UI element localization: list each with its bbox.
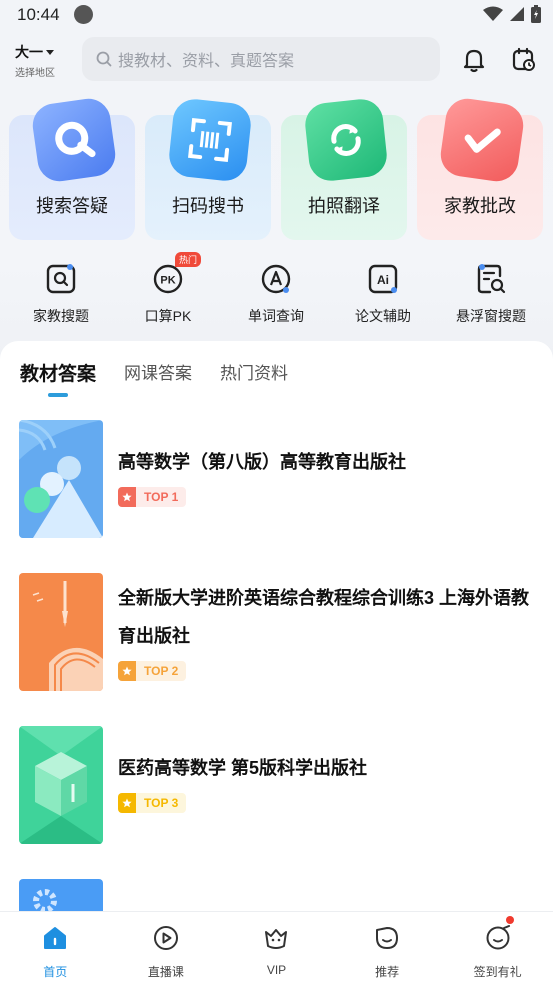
photo-translate-icon (303, 97, 389, 183)
status-bar: 10:44 (0, 0, 553, 30)
tool-label: 口算PK (144, 308, 192, 324)
tab-textbook-answers[interactable]: 教材答案 (20, 359, 96, 386)
check-correct-icon (437, 95, 527, 185)
pk-icon: PK 热门 (151, 252, 202, 296)
rank-label: TOP 1 (144, 490, 179, 504)
feature-label: 搜索答疑 (36, 196, 108, 216)
nav-live-course[interactable]: 直播课 (111, 912, 222, 984)
book-title: 高等数学（第八版）高等教育出版社 (118, 452, 406, 472)
tool-label: 论文辅助 (355, 308, 411, 324)
nav-label: 直播课 (147, 965, 184, 979)
rank-badge: TOP 3 (118, 793, 187, 813)
nav-label: 推荐 (375, 965, 400, 979)
rank-label: TOP 2 (144, 664, 179, 678)
tab-hot-materials[interactable]: 热门资料 (220, 359, 288, 386)
feature-card-tutor-correct[interactable]: 家教批改 (417, 95, 543, 240)
content-tabs: 教材答案 网课答案 热门资料 (20, 359, 288, 386)
feature-label: 拍照翻译 (308, 196, 380, 216)
book-cover (19, 573, 103, 691)
feature-card-search-answer[interactable]: 搜索答疑 (9, 95, 135, 240)
book-cover (19, 420, 103, 538)
nav-recommend[interactable]: 推荐 (332, 912, 443, 984)
tool-word-query[interactable]: 单词查询 (226, 258, 326, 326)
active-tab-indicator (48, 393, 68, 397)
svg-text:PK: PK (160, 275, 175, 287)
feature-label: 扫码搜书 (172, 196, 244, 216)
content-panel: 教材答案 网课答案 热门资料 高等数学（第八版）高等教育出版社 TOP 1 全新… (0, 341, 553, 984)
tool-label: 悬浮窗搜题 (456, 308, 526, 324)
play-circle-icon (153, 926, 178, 950)
notification-red-dot (506, 916, 515, 924)
sign-in-icon (486, 925, 510, 950)
tutor-search-icon (44, 262, 78, 296)
tool-tutor-search[interactable]: 家教搜题 (11, 258, 111, 326)
book-title: 全新版大学进阶英语综合教程综合训练3 上海外语教育出版社 (118, 588, 530, 646)
notification-dot-icon (74, 5, 93, 24)
crown-icon (265, 929, 288, 949)
star-icon (118, 661, 136, 681)
feature-label: 家教批改 (444, 196, 516, 216)
feature-card-photo-translate[interactable]: 拍照翻译 (281, 97, 407, 240)
star-icon (118, 793, 136, 813)
wifi-icon (483, 6, 503, 21)
status-time: 10:44 (17, 5, 60, 24)
recommend-face-icon (376, 927, 399, 949)
region-name: 大一 (15, 44, 43, 60)
bottom-navigation: 首页 直播课 VIP 推荐 签到有礼 (0, 911, 553, 984)
ai-paper-icon: Ai (366, 262, 400, 296)
book-title: 医药高等数学 第5版科学出版社 (118, 758, 368, 778)
star-icon (118, 487, 136, 507)
status-icons (483, 5, 541, 23)
rank-badge: TOP 1 (118, 487, 187, 507)
search-icon (96, 51, 112, 67)
search-input[interactable]: 搜教材、资料、真题答案 (82, 37, 440, 81)
home-icon (44, 927, 67, 949)
signal-icon (510, 7, 524, 21)
calendar-clock-icon[interactable] (510, 46, 538, 74)
rank-label: TOP 3 (144, 796, 179, 810)
hot-badge: 热门 (175, 252, 202, 267)
scan-book-icon (167, 97, 253, 183)
tool-label: 单词查询 (248, 308, 304, 324)
float-window-search-icon (474, 262, 508, 296)
search-q-icon (29, 95, 119, 185)
nav-home[interactable]: 首页 (0, 912, 111, 984)
region-subtitle: 选择地区 (15, 68, 55, 79)
battery-icon (531, 5, 541, 23)
nav-vip[interactable]: VIP (221, 912, 332, 984)
tool-label: 家教搜题 (33, 308, 89, 324)
search-placeholder: 搜教材、资料、真题答案 (118, 53, 295, 70)
book-cover (19, 726, 103, 844)
feature-card-scan-book[interactable]: 扫码搜书 (145, 97, 271, 240)
region-selector[interactable]: 大一 选择地区 (15, 42, 75, 79)
nav-label: VIP (266, 963, 287, 977)
word-query-icon (259, 262, 293, 296)
svg-text:Ai: Ai (377, 273, 389, 287)
tool-paper-assist[interactable]: Ai 论文辅助 (333, 258, 433, 326)
tool-float-window-search[interactable]: 悬浮窗搜题 (441, 258, 541, 326)
bell-icon[interactable] (460, 46, 488, 74)
rank-badge: TOP 2 (118, 661, 187, 681)
tool-mental-math-pk[interactable]: PK 热门 口算PK (118, 252, 218, 326)
nav-label: 签到有礼 (473, 965, 522, 979)
nav-label: 首页 (43, 965, 68, 979)
tab-online-course-answers[interactable]: 网课答案 (124, 359, 192, 386)
nav-sign-in-gift[interactable]: 签到有礼 (442, 912, 553, 984)
caret-down-icon (46, 50, 54, 56)
